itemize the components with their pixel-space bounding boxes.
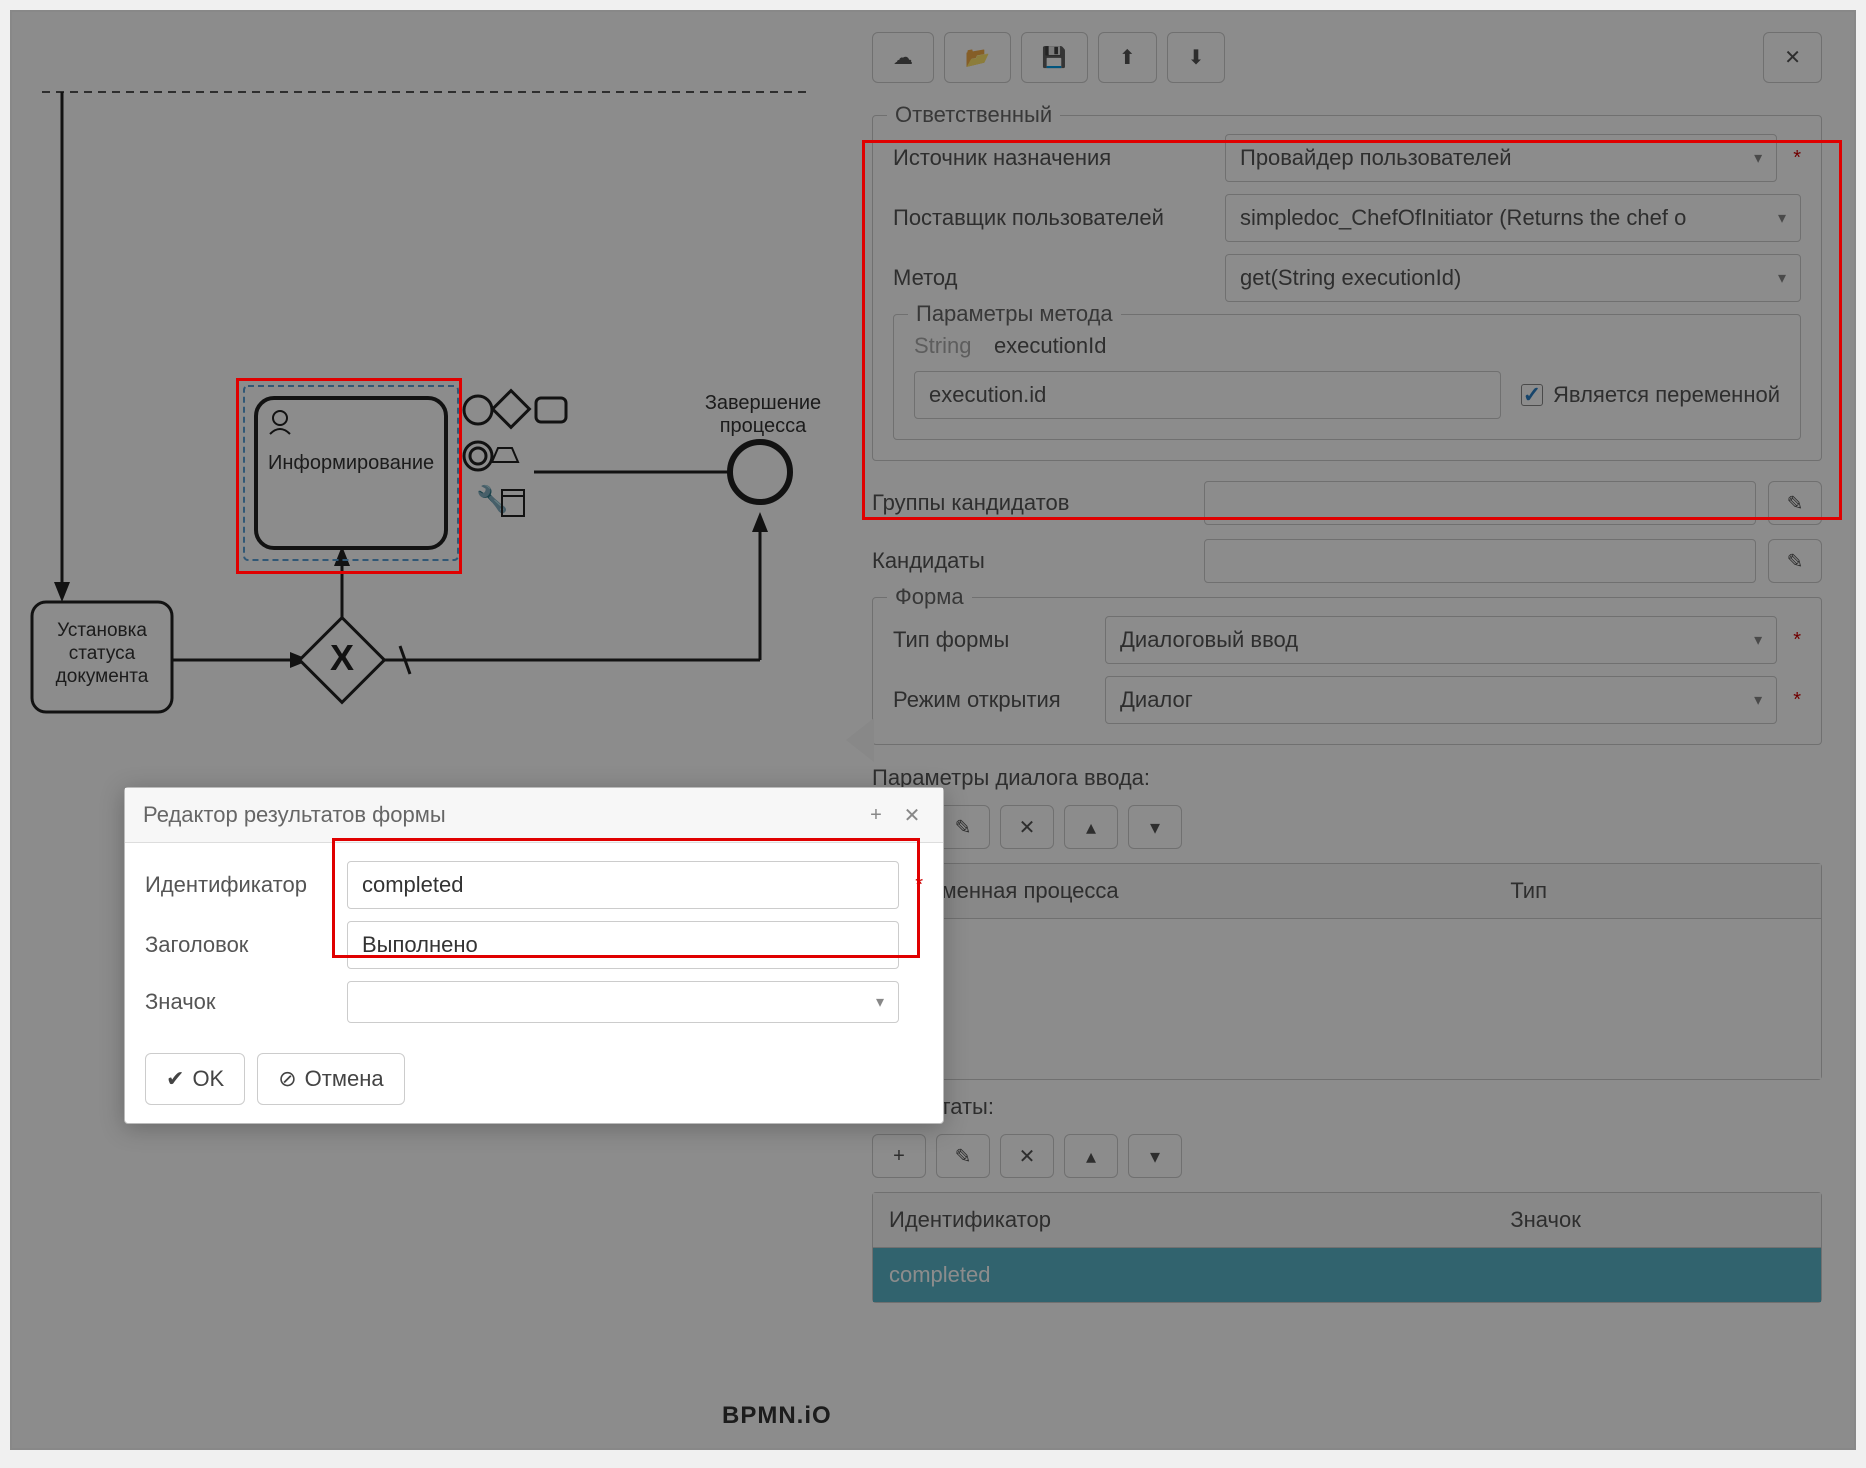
modal-close-button[interactable]: ✕ xyxy=(899,803,925,828)
ok-button[interactable]: ✔ OK xyxy=(145,1053,245,1105)
ok-button-label: OK xyxy=(192,1066,224,1092)
caption-label: Заголовок xyxy=(145,932,335,958)
modal-maximize-button[interactable]: + xyxy=(863,804,889,827)
required-marker: * xyxy=(915,874,923,897)
ban-icon: ⊘ xyxy=(278,1066,296,1092)
cancel-button[interactable]: ⊘ Отмена xyxy=(257,1053,404,1105)
chevron-down-icon: ▾ xyxy=(876,992,884,1012)
check-icon: ✔ xyxy=(166,1066,184,1092)
modal-title: Редактор результатов формы xyxy=(143,802,853,828)
identifier-label: Идентификатор xyxy=(145,872,335,898)
caption-input[interactable] xyxy=(347,921,899,969)
cancel-button-label: Отмена xyxy=(305,1066,384,1092)
icon-select[interactable]: ▾ xyxy=(347,981,899,1023)
icon-label: Значок xyxy=(145,989,335,1015)
form-result-editor-modal: Редактор результатов формы + ✕ Идентифик… xyxy=(124,787,944,1124)
modal-title-bar[interactable]: Редактор результатов формы + ✕ xyxy=(125,788,943,843)
modal-overlay xyxy=(12,12,1854,1448)
identifier-input[interactable] xyxy=(347,861,899,909)
